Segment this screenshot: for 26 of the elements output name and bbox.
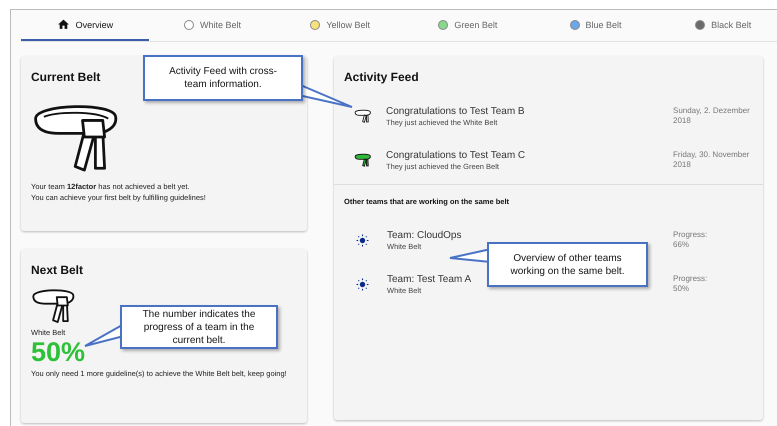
card-title: Activity Feed <box>343 69 419 84</box>
tab[interactable]: Blue Belt <box>532 10 660 41</box>
tab[interactable]: White Belt <box>148 10 276 41</box>
progress-percentage: 50% <box>31 339 86 366</box>
tab[interactable]: Green Belt <box>404 10 532 41</box>
progress-label: Progress: <box>673 274 708 284</box>
team-name: Team: CloudOps <box>387 230 462 240</box>
home-icon <box>56 18 70 31</box>
callout: Overview of other teams working on the same belt. <box>487 242 648 287</box>
card-title: Current Belt <box>31 69 100 84</box>
progress-value: 66% <box>673 240 690 250</box>
callout: Activity Feed with cross-team information. <box>143 55 303 101</box>
progress-label: Progress: <box>673 230 708 240</box>
tab[interactable]: Black Belt <box>659 10 777 41</box>
progress-value: 50% <box>673 284 690 294</box>
feed-title: Congratulations to Test Team B <box>386 106 525 116</box>
tab[interactable]: Yellow Belt <box>276 10 404 41</box>
card-title: Next Belt <box>31 262 84 277</box>
tab[interactable]: Overview <box>21 10 149 41</box>
feed-title: Congratulations to Test Team C <box>386 150 526 160</box>
sun-icon <box>356 278 369 290</box>
sun-icon <box>356 234 369 246</box>
feed-date: Friday, 30. November 2018 <box>673 150 750 170</box>
feed-date: Sunday, 2. Dezember 2018 <box>673 106 751 126</box>
team-name: Team: Test Team A <box>387 274 472 284</box>
belt-icon <box>31 287 77 324</box>
